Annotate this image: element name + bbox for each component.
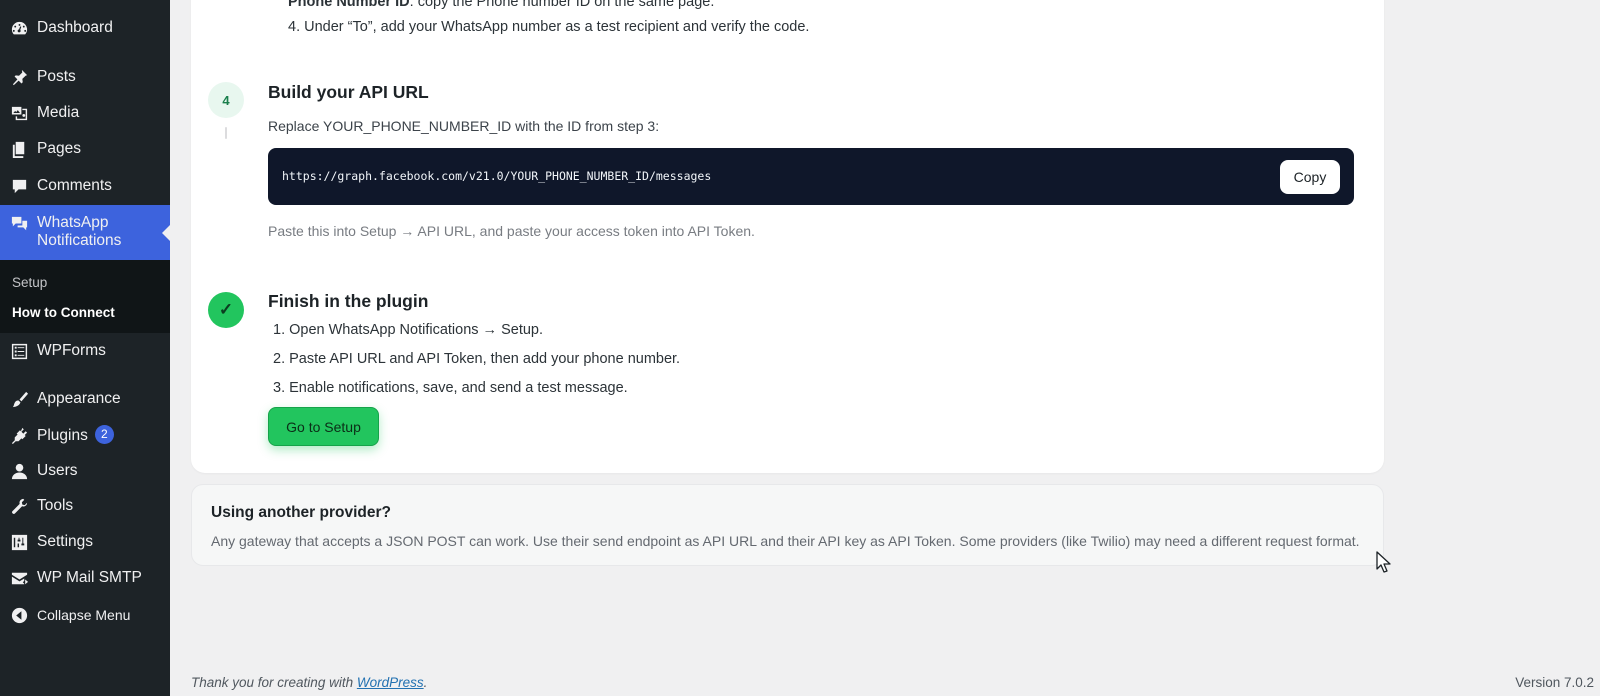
brush-icon xyxy=(9,389,29,409)
menu-label: Plugins 2 xyxy=(37,425,114,445)
submenu-item-setup[interactable]: Setup xyxy=(12,275,47,290)
collapse-arrow-icon xyxy=(9,605,29,625)
settings-sliders-icon xyxy=(9,532,29,552)
mail-icon xyxy=(9,568,29,588)
menu-label: Appearance xyxy=(37,390,121,407)
menu-label: Pages xyxy=(37,140,81,157)
menu-item-wp-mail-smtp[interactable]: WP Mail SMTP xyxy=(0,564,170,592)
menu-label: Collapse Menu xyxy=(37,607,131,623)
menu-item-dashboard[interactable]: Dashboard xyxy=(0,14,170,42)
provider-text: Any gateway that accepts a JSON POST can… xyxy=(211,533,1360,549)
step-number-badge: 4 xyxy=(208,82,244,118)
user-icon xyxy=(9,461,29,481)
menu-label: Media xyxy=(37,104,80,121)
submenu-item-how-to-connect[interactable]: How to Connect xyxy=(12,305,115,320)
wordpress-link[interactable]: WordPress xyxy=(357,675,424,690)
menu-label: WPForms xyxy=(37,342,106,359)
api-url-code-block: https://graph.facebook.com/v21.0/YOUR_PH… xyxy=(268,148,1354,205)
footer-version: Version 7.0.2 xyxy=(1515,675,1594,690)
step4-description: Replace YOUR_PHONE_NUMBER_ID with the ID… xyxy=(268,118,660,134)
footer-thanks: Thank you for creating with WordPress. xyxy=(191,675,427,690)
connect-guide-card: Phone Number ID: copy the Phone number I… xyxy=(191,0,1384,473)
footer-thanks-suffix: . xyxy=(423,675,428,690)
admin-sidebar: Dashboard Posts Media Pages Comments Wha… xyxy=(0,0,170,696)
copy-button[interactable]: Copy xyxy=(1280,160,1340,194)
step5-item: 2. Paste API URL and API Token, then add… xyxy=(273,351,681,367)
whatsapp-submenu: Setup How to Connect xyxy=(0,260,170,333)
pages-icon xyxy=(9,139,29,159)
collapse-menu-button[interactable]: Collapse Menu xyxy=(0,601,170,629)
step5-item: 1. Open WhatsApp Notifications → Setup. xyxy=(273,322,543,338)
provider-title: Using another provider? xyxy=(211,504,391,521)
step4-title: Build your API URL xyxy=(268,82,429,102)
wrench-icon xyxy=(9,496,29,516)
menu-label: Tools xyxy=(37,497,74,514)
menu-label-text: Plugins xyxy=(37,427,88,444)
menu-item-posts[interactable]: Posts xyxy=(0,63,170,91)
menu-label: WP Mail SMTP xyxy=(37,569,142,586)
menu-item-appearance[interactable]: Appearance xyxy=(0,385,170,413)
comment-icon xyxy=(9,176,29,196)
go-to-setup-button[interactable]: Go to Setup xyxy=(268,407,379,446)
step-connector xyxy=(225,127,227,139)
menu-item-plugins[interactable]: Plugins 2 xyxy=(0,421,170,449)
media-icon xyxy=(9,103,29,123)
menu-label: Comments xyxy=(37,177,112,194)
step3-item3-text: : copy the Phone number ID on the same p… xyxy=(409,0,715,10)
menu-label: WhatsApp Notifications xyxy=(37,214,122,249)
step5-title: Finish in the plugin xyxy=(268,291,429,311)
menu-label: Posts xyxy=(37,68,76,85)
check-icon: ✓ xyxy=(208,292,244,328)
menu-item-users[interactable]: Users xyxy=(0,457,170,485)
menu-item-pages[interactable]: Pages xyxy=(0,135,170,163)
plug-icon xyxy=(9,425,29,445)
footer-thanks-prefix: Thank you for creating with xyxy=(191,675,357,690)
step3-item4: 4. Under “To”, add your WhatsApp number … xyxy=(288,19,810,35)
pin-icon xyxy=(9,67,29,87)
menu-item-wpforms[interactable]: WPForms xyxy=(0,337,170,365)
dashboard-icon xyxy=(9,18,29,38)
menu-item-media[interactable]: Media xyxy=(0,99,170,127)
api-url-text: https://graph.facebook.com/v21.0/YOUR_PH… xyxy=(282,169,712,183)
step3-item3-label: Phone Number ID xyxy=(288,0,410,10)
menu-item-tools[interactable]: Tools xyxy=(0,492,170,520)
menu-item-comments[interactable]: Comments xyxy=(0,172,170,200)
step3-item3: Phone Number ID: copy the Phone number I… xyxy=(288,0,714,10)
menu-item-whatsapp-notifications[interactable]: WhatsApp Notifications xyxy=(0,205,170,260)
another-provider-card: Using another provider? Any gateway that… xyxy=(191,484,1384,566)
mouse-cursor-icon xyxy=(1376,551,1391,573)
menu-item-settings[interactable]: Settings xyxy=(0,528,170,556)
menu-label: Users xyxy=(37,462,78,479)
chat-bubbles-icon xyxy=(9,214,29,234)
step4-note: Paste this into Setup → API URL, and pas… xyxy=(268,223,755,239)
form-icon xyxy=(9,341,29,361)
menu-label: Settings xyxy=(37,533,94,550)
menu-label: Dashboard xyxy=(37,19,113,36)
update-count-badge: 2 xyxy=(94,425,114,444)
step5-item: 3. Enable notifications, save, and send … xyxy=(273,380,628,396)
